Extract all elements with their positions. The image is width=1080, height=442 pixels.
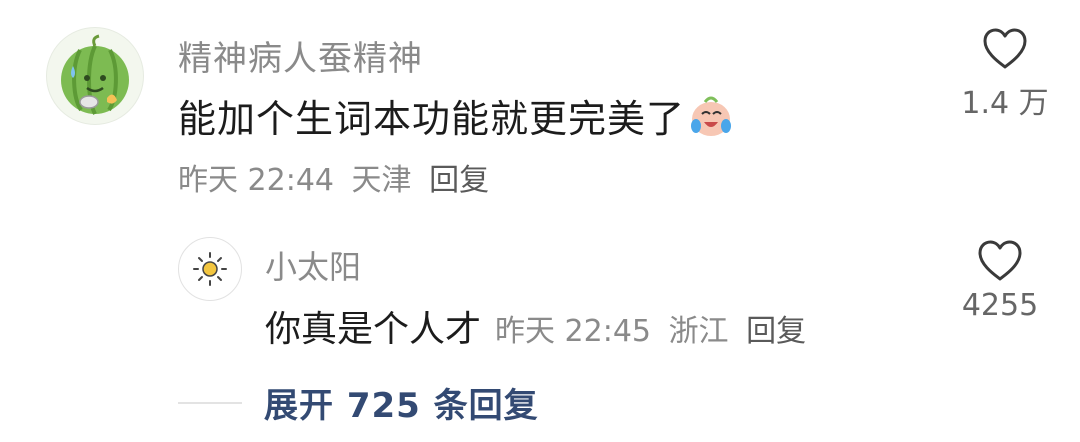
expand-replies-label[interactable]: 展开 725 条回复 [264,378,539,427]
watermelon-avatar-icon[interactable] [46,27,144,125]
comment-content: 能加个生词本功能就更完美了 [178,88,735,143]
reply-location: 浙江 [668,314,729,349]
reply-reply-button[interactable]: 回复 [746,314,806,349]
reply-like-count: 4255 [961,288,1039,323]
like-count: 1.4 万 [961,86,1049,121]
comment-location: 天津 [351,163,412,198]
comment-username[interactable]: 精神病人蚕精神 [178,31,423,80]
reply-button[interactable]: 回复 [429,163,489,198]
comment-text: 能加个生词本功能就更完美了 [178,97,686,141]
reply-content-row: 你真是个人才 昨天 22:45 浙江 回复 [265,300,814,352]
heart-icon[interactable] [977,240,1023,282]
crying-laughing-emoji-icon [687,92,735,140]
divider [178,401,242,404]
reply-username[interactable]: 小太阳 [265,242,361,288]
expand-replies[interactable]: 展开 725 条回复 [178,378,539,427]
reply-text: 你真是个人才 [265,309,482,350]
sun-avatar-icon[interactable] [178,237,242,301]
reply-time: 昨天 22:45 [495,314,652,349]
comment-meta: 昨天 22:44 天津 回复 [178,155,497,199]
reply-comment: 小太阳 你真是个人才 昨天 22:45 浙江 回复 4255 [0,230,1080,350]
reply-meta: 昨天 22:45 浙江 回复 [495,306,814,350]
comment-time: 昨天 22:44 [178,163,334,198]
main-comment: 精神病人蚕精神 能加个生词本功能就更完美了 昨天 22:44 天津 回复 1.4… [0,0,1080,215]
like-button[interactable]: 1.4 万 [960,28,1050,122]
reply-like-button[interactable]: 4255 [950,240,1050,323]
heart-icon[interactable] [982,28,1028,70]
